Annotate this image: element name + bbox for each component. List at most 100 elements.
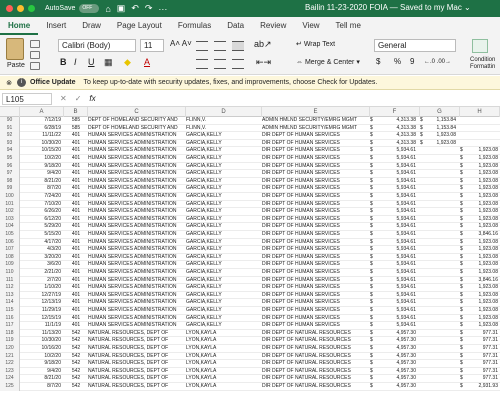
cell-name[interactable]: GARCIA,KELLY [186,178,262,185]
tab-page-layout[interactable]: Page Layout [109,17,170,35]
redo-icon[interactable]: ↷ [145,3,153,14]
tab-review[interactable]: Review [252,17,294,35]
cell-date[interactable]: 6/26/20 [20,208,64,215]
cell-h-amount[interactable]: 977.31 [466,337,500,344]
cell-title[interactable]: DIR DEPT OF NATURAL RESOURCES [262,330,370,337]
row-number[interactable]: 123 [0,367,20,376]
row-number[interactable]: 99 [0,185,20,193]
cell-department[interactable]: HUMAN SERVICES ADMINISTRATION [88,277,186,284]
cell-title[interactable]: DIR DEPT OF NATURAL RESOURCES [262,383,370,390]
cell-h-amount[interactable]: 1,923.08 [466,223,500,230]
cell-department[interactable]: HUMAN SERVICES ADMINISTRATION [88,299,186,306]
cell-code[interactable]: 401 [64,307,88,314]
cell-f-amount[interactable]: 4,313.38 [378,117,418,124]
row-number[interactable]: 124 [0,375,20,383]
cell-name[interactable]: GARCIA,KELLY [186,269,262,276]
cell-f-amount[interactable]: 4,957.30 [378,337,418,344]
cell-code[interactable]: 401 [64,147,88,154]
cancel-formula-icon[interactable]: ✕ [60,94,67,103]
close-window-button[interactable] [6,5,13,12]
cell-code[interactable]: 401 [64,231,88,238]
cell-f-amount[interactable]: 4,957.30 [378,368,418,375]
row-number[interactable]: 116 [0,314,20,323]
cell-h-amount[interactable]: 1,923.08 [466,201,500,208]
autosave-toggle[interactable]: OFF [79,4,100,13]
row-number[interactable]: 98 [0,177,20,186]
cell-department[interactable]: HUMAN SERVICES ADMINISTRATION [88,201,186,208]
tab-draw[interactable]: Draw [74,17,109,35]
cell-title[interactable]: DIR DEPT OF NATURAL RESOURCES [262,337,370,344]
cell-name[interactable]: LYON,KAYLA [186,330,262,337]
cell-f-amount[interactable]: 4,313.38 [378,125,418,132]
cell-department[interactable]: HUMAN SERVICES ADMINISTRATION [88,216,186,223]
row-number[interactable]: 103 [0,215,20,224]
cell-f-amount[interactable]: 5,934.61 [378,178,418,185]
cell-date[interactable]: 9/18/20 [20,360,64,367]
cell-title[interactable]: ADMIN HMLND SECURITY/EMRG MGMT [262,117,370,124]
cell-date[interactable]: 11/29/19 [20,307,64,314]
cell-date[interactable]: 10/2/20 [20,353,64,360]
row-number[interactable]: 111 [0,276,20,285]
row-number[interactable]: 108 [0,253,20,262]
cell-date[interactable]: 8/7/20 [20,185,64,192]
cell-code[interactable]: 401 [64,223,88,230]
undo-icon[interactable]: ↶ [131,3,139,14]
cell-h-amount[interactable]: 1,923.08 [466,315,500,322]
row-number[interactable]: 106 [0,238,20,247]
cell-h-amount[interactable]: 3,846.16 [466,231,500,238]
table-row[interactable]: 102 6/26/20 401 HUMAN SERVICES ADMINISTRATI… [0,208,500,216]
table-row[interactable]: 113 12/27/19 401 HUMAN SERVICES ADMINISTRAT… [0,291,500,300]
cell-h-amount[interactable]: 1,923.08 [466,261,500,268]
cell-name[interactable]: LYON,KAYLA [186,368,262,375]
table-row[interactable]: 103 6/12/20 401 HUMAN SERVICES ADMINISTRATI… [0,215,500,224]
cell-title[interactable]: DIR DEPT OF HUMAN SERVICES [262,170,370,177]
cell-department[interactable]: NATURAL RESOURCES, DEPT OF [88,368,186,375]
table-row[interactable]: 96 9/18/20 401 HUMAN SERVICES ADMINISTRATIO… [0,162,500,171]
cell-department[interactable]: NATURAL RESOURCES, DEPT OF [88,330,186,337]
format-painter-icon[interactable] [30,62,40,70]
tab-home[interactable]: Home [0,17,39,35]
cell-name[interactable]: GARCIA,KELLY [186,261,262,268]
cell-name[interactable]: GARCIA,KELLY [186,163,262,170]
row-number[interactable]: 107 [0,246,20,254]
cell-title[interactable]: DIR DEPT OF HUMAN SERVICES [262,239,370,246]
tab-view[interactable]: View [294,17,327,35]
table-row[interactable]: 123 9/4/20 542 NATURAL RESOURCES, DEPT OF LY… [0,367,500,376]
cell-date[interactable]: 10/15/20 [20,147,64,154]
font-color-icon[interactable]: A [144,57,150,67]
home-icon[interactable]: ⌂ [105,4,110,14]
cell-department[interactable]: HUMAN SERVICES ADMINISTRATION [88,292,186,299]
cell-name[interactable]: GARCIA,KELLY [186,223,262,230]
table-row[interactable]: 98 8/21/20 401 HUMAN SERVICES ADMINISTRATIO… [0,177,500,186]
row-number[interactable]: 122 [0,360,20,368]
cell-department[interactable]: HUMAN SERVICES ADMINISTRATION [88,147,186,154]
row-number[interactable]: 113 [0,291,20,300]
font-grow-shrink-buttons[interactable]: A˄ A˅ [170,39,192,48]
cell-date[interactable]: 2/7/20 [20,277,64,284]
cell-f-amount[interactable]: 4,957.30 [378,330,418,337]
column-header-f[interactable]: F [370,107,420,117]
cell-code[interactable]: 401 [64,254,88,261]
cell-h-amount[interactable]: 1,923.08 [466,284,500,291]
document-title[interactable]: Bailin 11-23-2020 FOIA — Saved to my Mac… [305,3,471,12]
cell-date[interactable]: 7/24/20 [20,193,64,200]
cell-h-amount[interactable]: 977.31 [466,360,500,367]
cell-department[interactable]: HUMAN SERVICES ADMINISTRATION [88,163,186,170]
cell-code[interactable]: 401 [64,292,88,299]
tab-data[interactable]: Data [219,17,252,35]
cell-code[interactable]: 401 [64,261,88,268]
row-number[interactable]: 101 [0,200,20,209]
cell-title[interactable]: DIR DEPT OF NATURAL RESOURCES [262,375,370,382]
cell-title[interactable]: ADMIN HMLND SECURITY/EMRG MGMT [262,125,370,132]
paste-icon[interactable] [6,38,24,60]
cell-date[interactable]: 6/12/20 [20,216,64,223]
row-number[interactable]: 120 [0,345,20,353]
cell-h-amount[interactable]: 1,923.08 [466,155,500,162]
cell-title[interactable]: DIR DEPT OF HUMAN SERVICES [262,216,370,223]
table-row[interactable]: 97 9/4/20 401 HUMAN SERVICES ADMINISTRATION… [0,170,500,178]
cell-date[interactable]: 9/18/20 [20,163,64,170]
cell-name[interactable]: LYON,KAYLA [186,375,262,382]
cell-f-amount[interactable]: 5,934.61 [378,216,418,223]
cell-h-amount[interactable]: 1,923.08 [466,178,500,185]
cell-code[interactable]: 401 [64,216,88,223]
